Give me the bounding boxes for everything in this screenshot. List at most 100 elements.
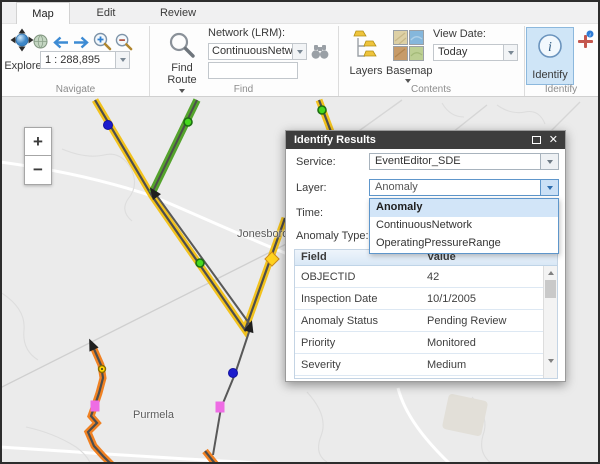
layers-button[interactable] [353, 29, 379, 66]
table-row[interactable]: Inspection Date10/1/2005 [295, 288, 557, 310]
green-point-marker [318, 106, 326, 114]
svg-text:i: i [548, 40, 552, 55]
previous-extent-button[interactable] [52, 36, 69, 52]
basemap-dropdown-caret[interactable] [405, 79, 411, 83]
find-route-button[interactable] [169, 32, 196, 62]
close-icon[interactable]: ✕ [549, 133, 558, 146]
service-value: EventEditor_SDE [370, 154, 540, 169]
view-date-dropdown-button[interactable] [503, 45, 517, 60]
value-cell: Pending Review [421, 315, 557, 327]
table-row[interactable]: Date Closed<null> [295, 376, 557, 379]
pink-point-marker [216, 402, 225, 413]
value-cell: 10/1/2005 [421, 293, 557, 305]
route-input[interactable] [208, 62, 298, 79]
network-dropdown-button[interactable] [292, 44, 306, 59]
blue-point-marker [229, 369, 238, 378]
service-combobox[interactable]: EventEditor_SDE [369, 153, 559, 170]
field-cell: OBJECTID [295, 271, 421, 283]
green-point-marker [196, 259, 204, 267]
scroll-up-icon [548, 271, 554, 275]
anomaly-type-label: Anomaly Type: [296, 230, 369, 242]
scroll-up-button[interactable] [544, 266, 557, 279]
view-date-label: View Date: [433, 28, 497, 40]
dropdown-option-operatingpressurerange[interactable]: OperatingPressureRange [370, 235, 558, 253]
network-lrm-label: Network (LRM): [208, 27, 308, 39]
ribbon-tabstrip: Map Edit Review [2, 2, 598, 24]
basemap-button[interactable] [393, 30, 424, 64]
explore-button[interactable] [10, 28, 34, 52]
scrollbar-thumb[interactable] [545, 280, 556, 298]
identify-button[interactable]: i Identify [526, 27, 574, 85]
network-combobox[interactable]: ContinuousNetwork [208, 43, 307, 60]
zoom-in-icon [93, 32, 112, 51]
table-row[interactable]: SeverityMedium [295, 354, 557, 376]
table-scrollbar[interactable] [543, 266, 557, 378]
tab-map[interactable]: Map [16, 2, 70, 24]
find-location-button[interactable] [311, 44, 329, 63]
tab-edit[interactable]: Edit [70, 2, 142, 24]
layer-dropdown-button[interactable] [540, 180, 558, 195]
scale-value: 1 : 288,895 [41, 52, 115, 68]
scale-combobox[interactable]: 1 : 288,895 [40, 51, 130, 69]
layers-icon [353, 29, 379, 63]
dialog-title: Identify Results [294, 134, 376, 146]
yellow-point-marker-center [101, 368, 103, 370]
next-extent-button[interactable] [73, 36, 90, 52]
map-zoom-out-button[interactable]: − [24, 156, 52, 185]
layer-combobox[interactable]: Anomaly [369, 179, 559, 196]
table-row[interactable]: OBJECTID42 [295, 266, 557, 288]
identify-group-label: Identify [524, 84, 598, 96]
tab-review[interactable]: Review [142, 2, 214, 24]
scroll-down-button[interactable] [544, 354, 557, 367]
identify-button-label: Identify [532, 69, 567, 81]
table-row[interactable]: Anomaly StatusPending Review [295, 310, 557, 332]
binoculars-icon [311, 44, 329, 60]
place-label-jonesboro: Jonesboro [237, 228, 288, 240]
route-yellow-core [95, 100, 285, 330]
layer-dropdown-list: Anomaly ContinuousNetwork OperatingPress… [369, 198, 559, 254]
table-row[interactable]: PriorityMonitored [295, 332, 557, 354]
basemap-button-label: Basemap [386, 65, 432, 77]
field-cell: Inspection Date [295, 293, 421, 305]
scroll-down-icon [548, 359, 554, 363]
field-cell: Priority [295, 337, 421, 349]
landuse-patch [442, 393, 489, 437]
network-value: ContinuousNetwork [209, 44, 292, 59]
dropdown-option-anomaly[interactable]: Anomaly [370, 199, 558, 217]
layers-button-label: Layers [345, 65, 387, 77]
dialog-titlebar[interactable]: Identify Results [286, 131, 565, 149]
service-dropdown-button[interactable] [540, 154, 558, 169]
scale-dropdown-button[interactable] [115, 52, 129, 68]
basemap-road [2, 447, 302, 462]
layer-value: Anomaly [370, 180, 540, 195]
full-extent-button[interactable] [33, 34, 48, 52]
view-date-combobox[interactable]: Today [433, 44, 518, 61]
forward-arrow-icon [73, 36, 90, 49]
explore-icon [10, 28, 34, 52]
railroad-line [2, 221, 332, 388]
maximize-icon[interactable] [532, 136, 541, 144]
chevron-down-icon [120, 58, 126, 62]
pink-point-marker [91, 401, 100, 412]
zoom-out-icon [115, 33, 133, 51]
event-editor-window: Map Edit Review Explore [0, 0, 600, 464]
identify-route-location-button[interactable]: i [577, 30, 595, 53]
green-point-marker [184, 118, 192, 126]
value-cell: Medium [421, 359, 557, 371]
value-cell: Monitored [421, 337, 557, 349]
field-cell: Severity [295, 359, 421, 371]
chevron-down-icon [297, 50, 303, 54]
ribbon: Explore [2, 24, 598, 97]
find-route-icon [169, 32, 196, 59]
dropdown-option-continuousnetwork[interactable]: ContinuousNetwork [370, 217, 558, 235]
chevron-down-icon [547, 186, 553, 190]
identify-results-dialog: Identify Results ✕ Service: EventEditor_… [285, 130, 566, 382]
time-label: Time: [296, 207, 323, 219]
find-group-label: Find [149, 84, 338, 96]
view-date-value: Today [434, 45, 503, 60]
navigate-group-label: Navigate [2, 84, 149, 96]
map-zoom-in-button[interactable]: + [24, 127, 52, 156]
basemap-icon [393, 30, 424, 61]
field-cell: Anomaly Status [295, 315, 421, 327]
identify-route-tool-icon: i [577, 30, 595, 50]
